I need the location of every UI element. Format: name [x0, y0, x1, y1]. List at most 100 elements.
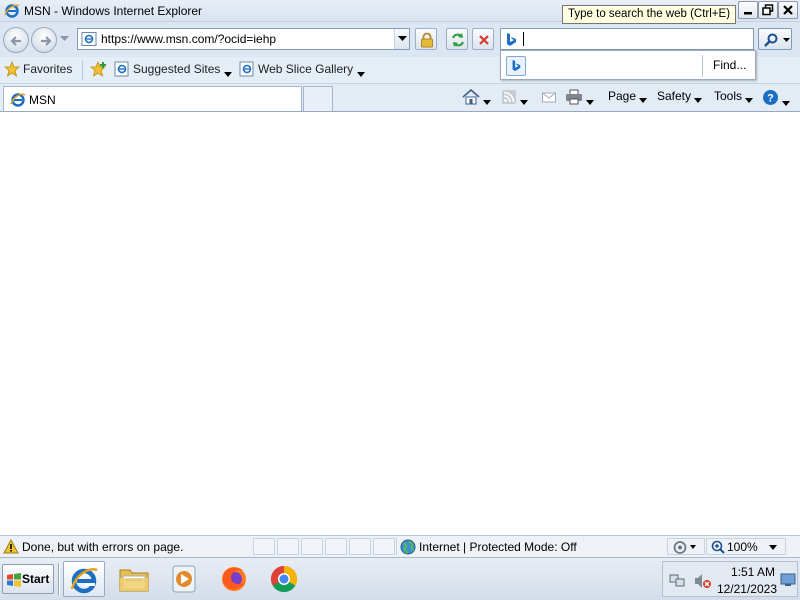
favorites-item-suggested-sites[interactable]: Suggested Sites [114, 61, 235, 79]
popup-divider [702, 55, 703, 77]
taskbar-firefox[interactable] [214, 561, 256, 597]
page-content-area[interactable] [0, 112, 800, 535]
address-field[interactable]: https://www.msn.com/?ocid=iehp [77, 28, 410, 50]
lock-icon [421, 32, 433, 48]
windows-logo-icon [7, 573, 21, 587]
add-favorite-star-icon [89, 60, 107, 77]
refresh-icon [452, 33, 464, 47]
status-cell [349, 538, 371, 555]
chevron-down-icon [398, 36, 407, 41]
forward-button[interactable] [31, 27, 57, 53]
ie-page-icon [239, 61, 254, 77]
bing-provider-button[interactable] [506, 56, 526, 76]
notification-area: 1:51 AM 12/21/2023 [662, 561, 798, 597]
status-cell [253, 538, 275, 555]
help-button[interactable]: ? [762, 89, 791, 107]
folder-icon [119, 569, 149, 592]
favorites-item-web-slice-gallery[interactable]: Web Slice Gallery [239, 61, 368, 79]
search-tooltip: Type to search the web (Ctrl+E) [562, 5, 737, 24]
find-on-page-link[interactable]: Find... [713, 58, 746, 72]
shield-settings-icon [673, 541, 696, 554]
warning-icon[interactable] [3, 538, 19, 557]
security-lock-button[interactable] [415, 28, 437, 50]
zoom-control[interactable]: 100% [706, 538, 786, 555]
chrome-icon [270, 565, 298, 593]
media-player-icon [172, 565, 196, 593]
taskbar-chrome[interactable] [264, 561, 306, 597]
chevron-down-icon [483, 100, 492, 105]
status-bar: Done, but with errors on page. Internet … [0, 535, 800, 557]
taskbar-windows-explorer[interactable] [113, 561, 155, 597]
new-tab-button[interactable] [303, 86, 333, 111]
status-cell [301, 538, 323, 555]
show-desktop-icon[interactable] [780, 573, 796, 587]
add-to-favorites-bar-button[interactable] [89, 60, 111, 79]
page-menu-button[interactable]: Page [608, 89, 648, 107]
ie-logo-icon [4, 3, 20, 22]
back-arrow-icon [10, 36, 21, 46]
start-button[interactable]: Start [2, 564, 54, 594]
home-button[interactable] [462, 88, 492, 107]
back-button[interactable] [3, 27, 29, 53]
chevron-down-icon [224, 72, 233, 77]
magnifier-icon [764, 33, 778, 47]
firefox-icon [222, 567, 246, 591]
recent-pages-dropdown-icon[interactable] [60, 36, 69, 42]
favorites-label: Favorites [23, 62, 73, 76]
search-options-chevron-icon[interactable] [783, 38, 790, 43]
tools-menu-label: Tools [714, 89, 743, 103]
tab-msn[interactable]: MSN [3, 86, 302, 111]
chevron-down-icon [769, 545, 777, 550]
command-bar: MSN Page Safety Tools ? [0, 84, 800, 112]
forward-arrow-icon [41, 36, 52, 46]
search-suggestion-popup: Find... [500, 50, 756, 80]
minimize-button[interactable] [738, 1, 758, 19]
status-cell [277, 538, 299, 555]
chevron-down-icon [782, 101, 791, 106]
read-mail-button[interactable] [541, 89, 557, 107]
refresh-button[interactable] [446, 28, 468, 50]
restore-button[interactable] [758, 1, 778, 19]
bing-logo-icon [504, 32, 518, 51]
taskbar-internet-explorer[interactable] [63, 561, 105, 597]
status-cell [373, 538, 395, 555]
favorites-item-label: Suggested Sites [133, 62, 221, 76]
globe-icon [400, 539, 416, 555]
print-button[interactable] [565, 89, 595, 107]
security-zone[interactable]: Internet | Protected Mode: Off [396, 538, 666, 555]
network-icon[interactable] [669, 573, 687, 589]
address-dropdown-button[interactable] [394, 29, 409, 49]
close-window-button[interactable] [778, 1, 798, 19]
taskbar: Start 1:51 AM 12/21/2023 [0, 557, 800, 600]
safety-menu-button[interactable]: Safety [657, 89, 703, 107]
favorites-button[interactable]: Favorites [3, 60, 73, 79]
status-cell [325, 538, 347, 555]
search-box[interactable] [500, 28, 754, 50]
favorites-item-label: Web Slice Gallery [258, 62, 354, 76]
chevron-down-icon [639, 98, 648, 103]
taskbar-media-player[interactable] [164, 561, 206, 597]
start-label: Start [22, 572, 50, 586]
zoom-level: 100% [727, 540, 758, 554]
clock-time[interactable]: 1:51 AM [725, 565, 775, 579]
page-menu-label: Page [608, 89, 637, 103]
stop-button[interactable] [472, 28, 494, 50]
rss-feed-icon [502, 90, 516, 104]
help-icon: ? [763, 90, 778, 105]
clock-date[interactable]: 12/21/2023 [715, 582, 777, 596]
tools-menu-button[interactable]: Tools [714, 89, 754, 107]
ie-logo-icon [10, 93, 26, 107]
text-cursor [523, 32, 524, 46]
status-message: Done, but with errors on page. [22, 540, 184, 554]
taskbar-divider [58, 563, 60, 595]
security-zone-text: Internet | Protected Mode: Off [419, 540, 577, 554]
volume-muted-icon[interactable] [694, 573, 712, 589]
window-title: MSN - Windows Internet Explorer [24, 4, 203, 18]
search-button[interactable] [758, 28, 792, 50]
internet-explorer-icon [70, 568, 98, 594]
zoom-magnifier-icon [711, 540, 725, 554]
home-icon [462, 88, 480, 105]
protected-mode-button[interactable] [667, 538, 705, 555]
feeds-button[interactable] [501, 89, 529, 107]
search-input[interactable] [523, 31, 748, 47]
